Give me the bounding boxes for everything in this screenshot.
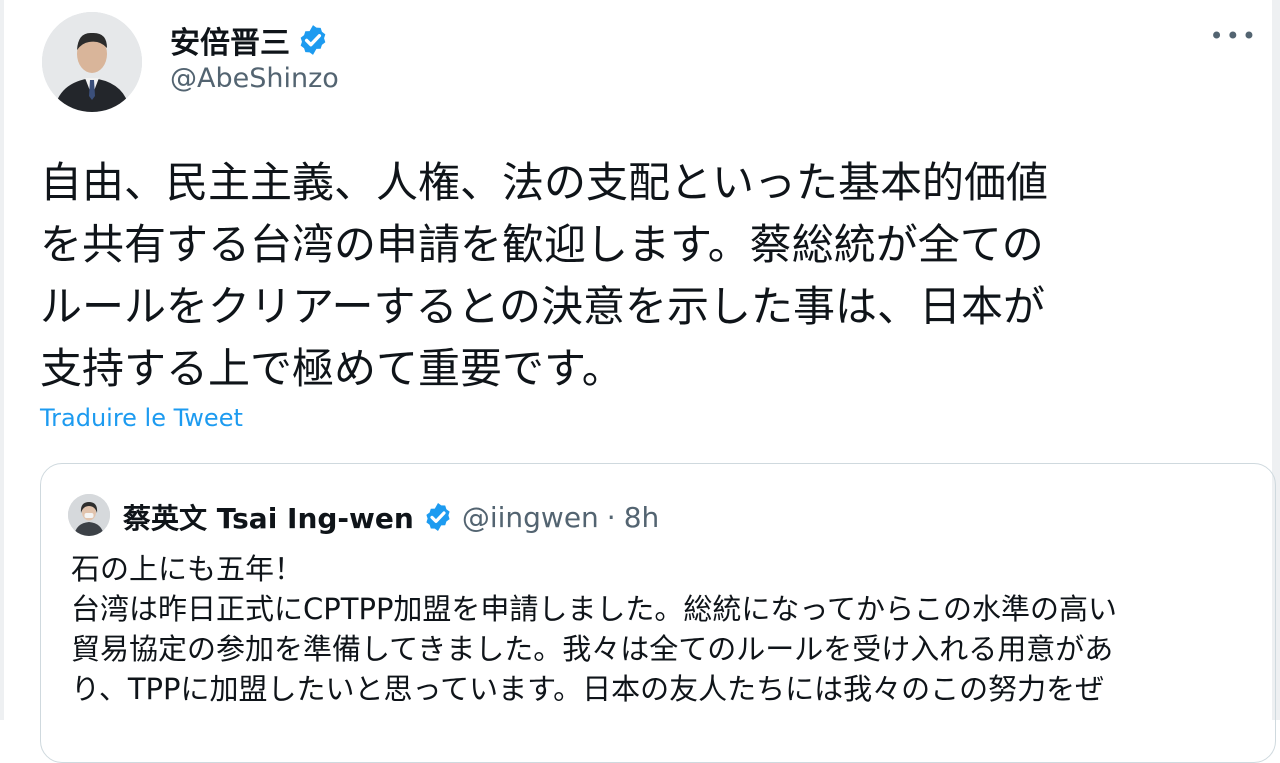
author-avatar[interactable] [42, 12, 142, 112]
verified-badge-icon [300, 25, 326, 55]
quoted-header: 蔡英文 Tsai Ing-wen @iingwen · 8h [123, 497, 659, 537]
author-handle[interactable]: @AbeShinzo [170, 63, 339, 94]
quoted-verified-badge-icon [426, 503, 450, 531]
window-left-edge [0, 0, 4, 720]
tweet-text: 自由、民主主義、人権、法の支配といった基本的価値 を共有する台湾の申請を歓迎しま… [40, 158, 1049, 393]
author-display-name[interactable]: 安倍晋三 [170, 18, 290, 62]
quoted-display-name[interactable]: 蔡英文 Tsai Ing-wen [123, 497, 414, 537]
quoted-tweet-card[interactable]: 蔡英文 Tsai Ing-wen @iingwen · 8h 石の上にも五年！ … [40, 463, 1276, 763]
quoted-profile-photo [68, 494, 110, 536]
separator-dot: · [606, 500, 616, 534]
quoted-tweet-text: 石の上にも五年！ 台湾は昨日正式にCPTPP加盟を申請しました。総統になってから… [71, 552, 1117, 706]
author-name-row: 安倍晋三 [170, 18, 330, 62]
quoted-timestamp[interactable]: 8h [624, 501, 660, 534]
more-options-ellipsis-icon[interactable]: ••• [1210, 22, 1258, 50]
quoted-handle[interactable]: @iingwen [462, 501, 599, 534]
translate-tweet-link[interactable]: Traduire le Tweet [40, 404, 243, 432]
profile-photo [42, 12, 142, 112]
quoted-author-avatar[interactable] [68, 494, 110, 536]
